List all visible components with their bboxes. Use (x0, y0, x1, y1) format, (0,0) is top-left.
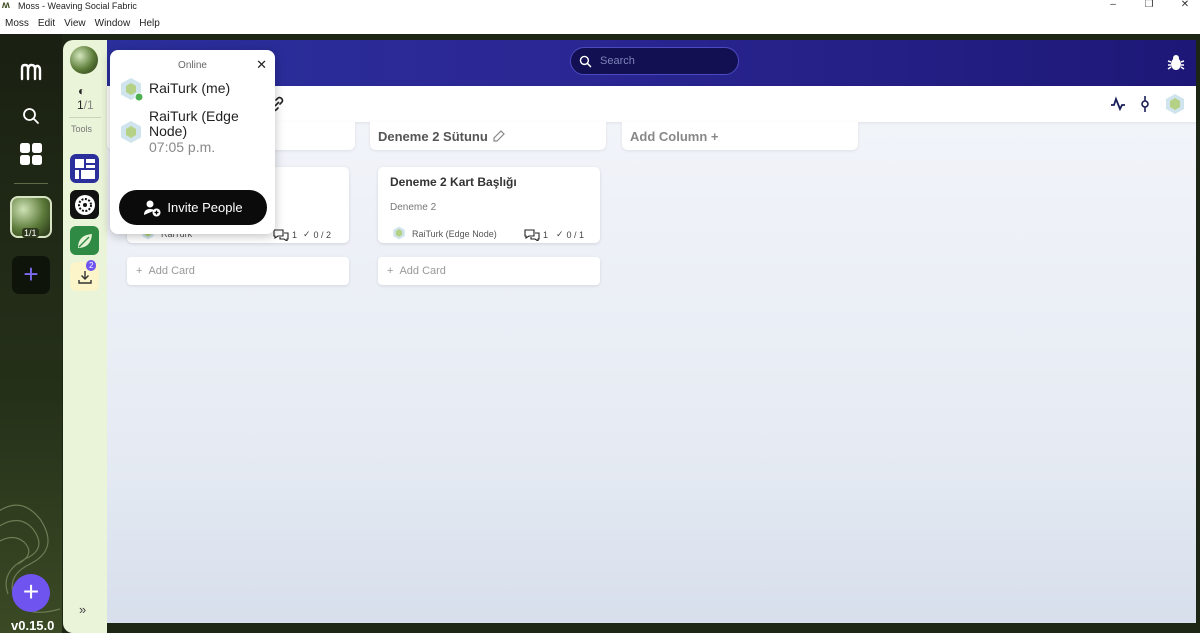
card-checklist-count: 0 / 2 (313, 229, 332, 240)
add-card-button[interactable]: + Add Card (127, 257, 349, 285)
kanban-card[interactable]: Deneme 2 Kart Başlığı Deneme 2 RaiTurk (… (378, 167, 600, 243)
column-title[interactable]: Deneme 2 Sütunu (378, 129, 488, 144)
activity-icon[interactable] (1110, 96, 1126, 112)
add-column-label: Add Column + (630, 128, 719, 144)
kanban-tool-icon[interactable] (70, 154, 99, 183)
search-icon[interactable] (16, 101, 46, 131)
edit-icon[interactable] (493, 130, 505, 142)
search-icon (579, 55, 592, 67)
member-avatar (121, 78, 143, 101)
add-column-button[interactable]: Add Column + (622, 122, 858, 150)
online-count-total: /1 (83, 98, 94, 112)
tools-divider (69, 117, 101, 118)
group-rail: 1/1 + + v0.15.0 (0, 34, 62, 633)
card-checklist-count: 0 / 1 (566, 229, 585, 240)
card-title: Deneme 2 Kart Başlığı (390, 175, 517, 189)
collapse-sidebar-icon[interactable]: » (79, 602, 86, 617)
add-user-icon (144, 200, 161, 216)
menu-edit[interactable]: Edit (38, 18, 55, 29)
my-avatar-icon[interactable] (1164, 93, 1186, 115)
popup-heading: Online (178, 60, 207, 71)
group-profile-avatar[interactable] (70, 46, 98, 74)
member-name[interactable]: RaiTurk (Edge Node) (149, 109, 264, 139)
tools-label: Tools (71, 124, 93, 134)
menu-view[interactable]: View (64, 18, 86, 29)
menu-help[interactable]: Help (139, 18, 160, 29)
restore-icon[interactable]: ❐ (1139, 0, 1159, 12)
card-comments[interactable]: 1 (273, 229, 297, 241)
comments-icon (524, 229, 540, 241)
menu-bar: Moss Edit View Window Help (0, 14, 1200, 32)
card-comment-count: 1 (292, 230, 298, 240)
app-shell: 1/1 + + v0.15.0 ◐ 1/1 Tools 2 » Search D… (0, 34, 1200, 633)
version-label: v0.15.0 (11, 618, 55, 633)
invite-people-button[interactable]: Invite People (119, 190, 267, 225)
comments-icon (273, 229, 289, 241)
window-titlebar: ʍ Moss - Weaving Social Fabric – ❐ ✕ (0, 0, 1200, 12)
close-window-icon[interactable]: ✕ (1175, 0, 1195, 12)
moss-logo-icon: ʍ (2, 0, 10, 11)
card-description: Deneme 2 (390, 202, 437, 213)
member-avatar (121, 121, 141, 143)
check-icon: ✓ (556, 229, 564, 239)
member-name[interactable]: RaiTurk (me) (149, 81, 230, 96)
commit-icon[interactable] (1140, 96, 1150, 112)
online-count[interactable]: 1/1 (77, 98, 94, 112)
add-card-label: Add Card (399, 265, 446, 277)
search-input[interactable]: Search (570, 47, 739, 75)
invite-label: Invite People (167, 200, 243, 215)
card-checklist[interactable]: ✓ 0 / 1 (556, 229, 584, 240)
menu-window[interactable]: Window (95, 18, 131, 29)
member-last-seen: 07:05 p.m. (149, 139, 216, 155)
leaf-tool-icon[interactable] (70, 226, 99, 255)
plus-icon: + (387, 265, 394, 277)
close-icon[interactable]: ✕ (256, 57, 267, 73)
compass-tool-icon[interactable] (70, 190, 99, 219)
check-icon: ✓ (303, 229, 311, 239)
apps-grid-icon[interactable] (16, 139, 46, 169)
card-comment-count: 1 (543, 230, 549, 240)
card-checklist[interactable]: ✓ 0 / 2 (303, 229, 331, 240)
plus-icon: + (136, 265, 143, 277)
card-user-avatar (393, 226, 405, 240)
column-header-2: Deneme 2 Sütunu (370, 122, 606, 150)
online-members-popup: Online ✕ RaiTurk (me) RaiTurk (Edge Node… (110, 50, 275, 234)
moss-home-icon[interactable] (16, 57, 46, 87)
card-user-name: RaiTurk (Edge Node) (412, 229, 497, 239)
rail-divider (14, 183, 48, 184)
search-placeholder: Search (600, 55, 635, 67)
add-group-button[interactable]: + (12, 256, 50, 294)
minimize-icon[interactable]: – (1103, 0, 1123, 12)
window-title: Moss - Weaving Social Fabric (18, 1, 137, 11)
menu-moss[interactable]: Moss (5, 18, 29, 29)
group-count-badge: 1/1 (22, 228, 39, 238)
online-count-main: 1 (77, 98, 84, 112)
card-comments[interactable]: 1 (524, 229, 548, 241)
create-button[interactable]: + (12, 574, 50, 612)
add-card-button[interactable]: + Add Card (378, 257, 600, 285)
online-status-icon[interactable]: ◐ (78, 84, 85, 98)
add-card-label: Add Card (148, 265, 195, 277)
bug-report-icon[interactable] (1166, 53, 1186, 73)
tools-sidebar: ◐ 1/1 Tools 2 » (63, 40, 107, 633)
